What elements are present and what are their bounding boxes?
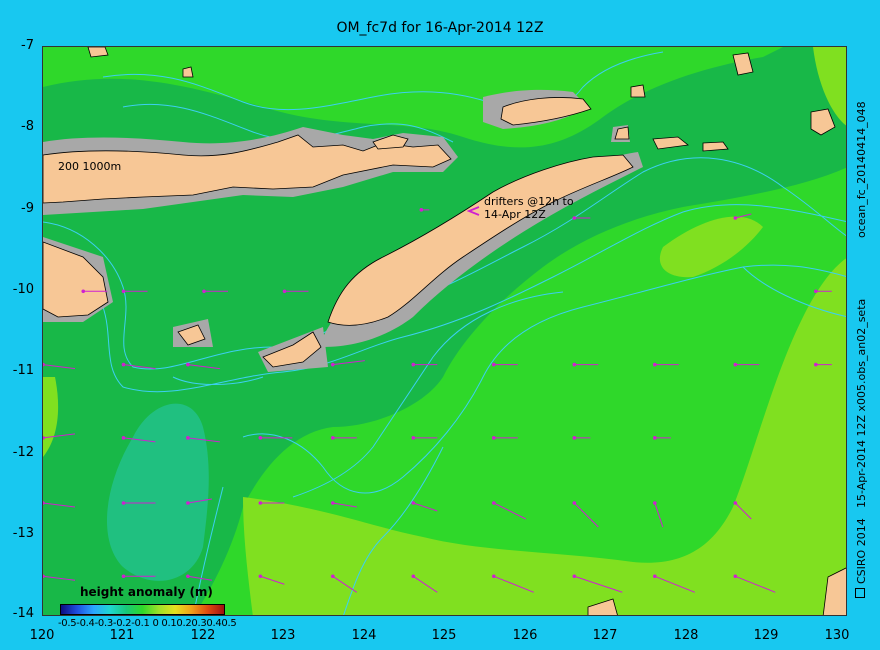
land-small-1 bbox=[87, 47, 109, 58]
x-tick-label: 130 bbox=[824, 628, 850, 643]
x-tick-label: 123 bbox=[270, 628, 296, 643]
vector-head bbox=[492, 436, 496, 440]
current-vector bbox=[573, 502, 599, 528]
vector-head bbox=[572, 574, 577, 579]
vector-head bbox=[121, 289, 126, 294]
side-label-run: ocean_fc_20140414_048 bbox=[855, 101, 868, 238]
colorbar-tick-labels: -0.5-0.4-0.3-0.2-0.1 0 0.10.20.30.40.5 bbox=[58, 618, 237, 629]
land-leti bbox=[702, 141, 729, 152]
y-tick-label: -13 bbox=[12, 526, 34, 541]
map-title: OM_fc7d for 16-Apr-2014 12Z bbox=[336, 20, 544, 36]
vector-head bbox=[186, 501, 190, 505]
vector-head bbox=[572, 362, 577, 367]
vector-head bbox=[121, 574, 126, 579]
vector-head bbox=[258, 436, 263, 440]
vector-head bbox=[572, 216, 577, 220]
vector-head bbox=[653, 574, 657, 579]
vector-head bbox=[121, 501, 126, 505]
vector-head bbox=[331, 362, 335, 367]
map-panel bbox=[42, 46, 847, 616]
drifters-label-line1: drifters @12h to bbox=[484, 195, 574, 208]
vector-head bbox=[186, 574, 190, 579]
y-tick-label: -11 bbox=[12, 363, 34, 378]
y-tick-label: -10 bbox=[12, 282, 34, 297]
x-tick-label: 125 bbox=[431, 628, 457, 643]
x-tick-label: 127 bbox=[592, 628, 618, 643]
y-tick-label: -7 bbox=[21, 38, 34, 53]
vector-head bbox=[492, 501, 496, 505]
vector-head bbox=[419, 208, 424, 212]
current-vector bbox=[413, 502, 438, 512]
vector-head bbox=[653, 362, 657, 367]
land-small-2 bbox=[630, 84, 646, 98]
x-tick-label: 122 bbox=[190, 628, 216, 643]
vector-head bbox=[202, 289, 206, 294]
y-tick-label: -9 bbox=[21, 201, 34, 216]
vector-head bbox=[331, 574, 335, 579]
vector-head bbox=[733, 216, 738, 220]
current-vector bbox=[493, 502, 527, 520]
bathymetry-label: 200 1000m bbox=[58, 160, 122, 173]
vector-head bbox=[331, 501, 335, 505]
x-tick-label: 124 bbox=[351, 628, 377, 643]
vector-head bbox=[733, 501, 738, 505]
x-tick-label: 121 bbox=[109, 628, 135, 643]
vector-head bbox=[121, 362, 126, 367]
copyright-icon bbox=[855, 588, 865, 598]
y-tick-label: -14 bbox=[12, 606, 34, 621]
vector-head bbox=[186, 436, 190, 440]
vector-head bbox=[411, 436, 416, 440]
x-tick-label: 129 bbox=[753, 628, 779, 643]
vector-head bbox=[411, 574, 416, 579]
vector-head bbox=[653, 436, 657, 440]
y-tick-label: -8 bbox=[21, 119, 34, 134]
drifters-label-line2: 14-Apr 12Z bbox=[484, 208, 546, 221]
vector-head bbox=[492, 574, 496, 579]
vector-head bbox=[282, 289, 287, 294]
legend-title: height anomaly (m) bbox=[80, 585, 213, 599]
vector-head bbox=[653, 501, 657, 505]
x-tick-label: 126 bbox=[512, 628, 538, 643]
vector-head bbox=[572, 436, 577, 440]
vector-head bbox=[186, 362, 190, 367]
vector-head bbox=[411, 362, 416, 367]
y-tick-label: -12 bbox=[12, 445, 34, 460]
side-label-copyright: CSIRO 2014 bbox=[855, 518, 868, 584]
vector-head bbox=[411, 501, 416, 505]
colorbar bbox=[60, 604, 225, 615]
current-vector bbox=[654, 502, 664, 528]
vector-head bbox=[121, 436, 126, 440]
vector-head bbox=[733, 362, 738, 367]
land-small-3 bbox=[182, 66, 194, 78]
vector-head bbox=[81, 289, 86, 294]
x-tick-label: 120 bbox=[29, 628, 55, 643]
vector-head bbox=[814, 289, 818, 294]
vector-head bbox=[572, 501, 577, 505]
vector-head bbox=[492, 362, 496, 367]
vector-head bbox=[258, 501, 263, 505]
map-canvas bbox=[43, 47, 846, 615]
vector-head bbox=[331, 436, 335, 440]
vector-head bbox=[814, 362, 818, 367]
current-vector bbox=[332, 502, 357, 508]
vector-head bbox=[733, 574, 738, 579]
anomaly-high-mid-right bbox=[659, 216, 763, 278]
x-tick-label: 128 bbox=[673, 628, 699, 643]
side-label-analysis: 15-Apr-2014 12Z x005.obs_an02_seta bbox=[855, 298, 868, 508]
vector-head bbox=[258, 574, 263, 579]
